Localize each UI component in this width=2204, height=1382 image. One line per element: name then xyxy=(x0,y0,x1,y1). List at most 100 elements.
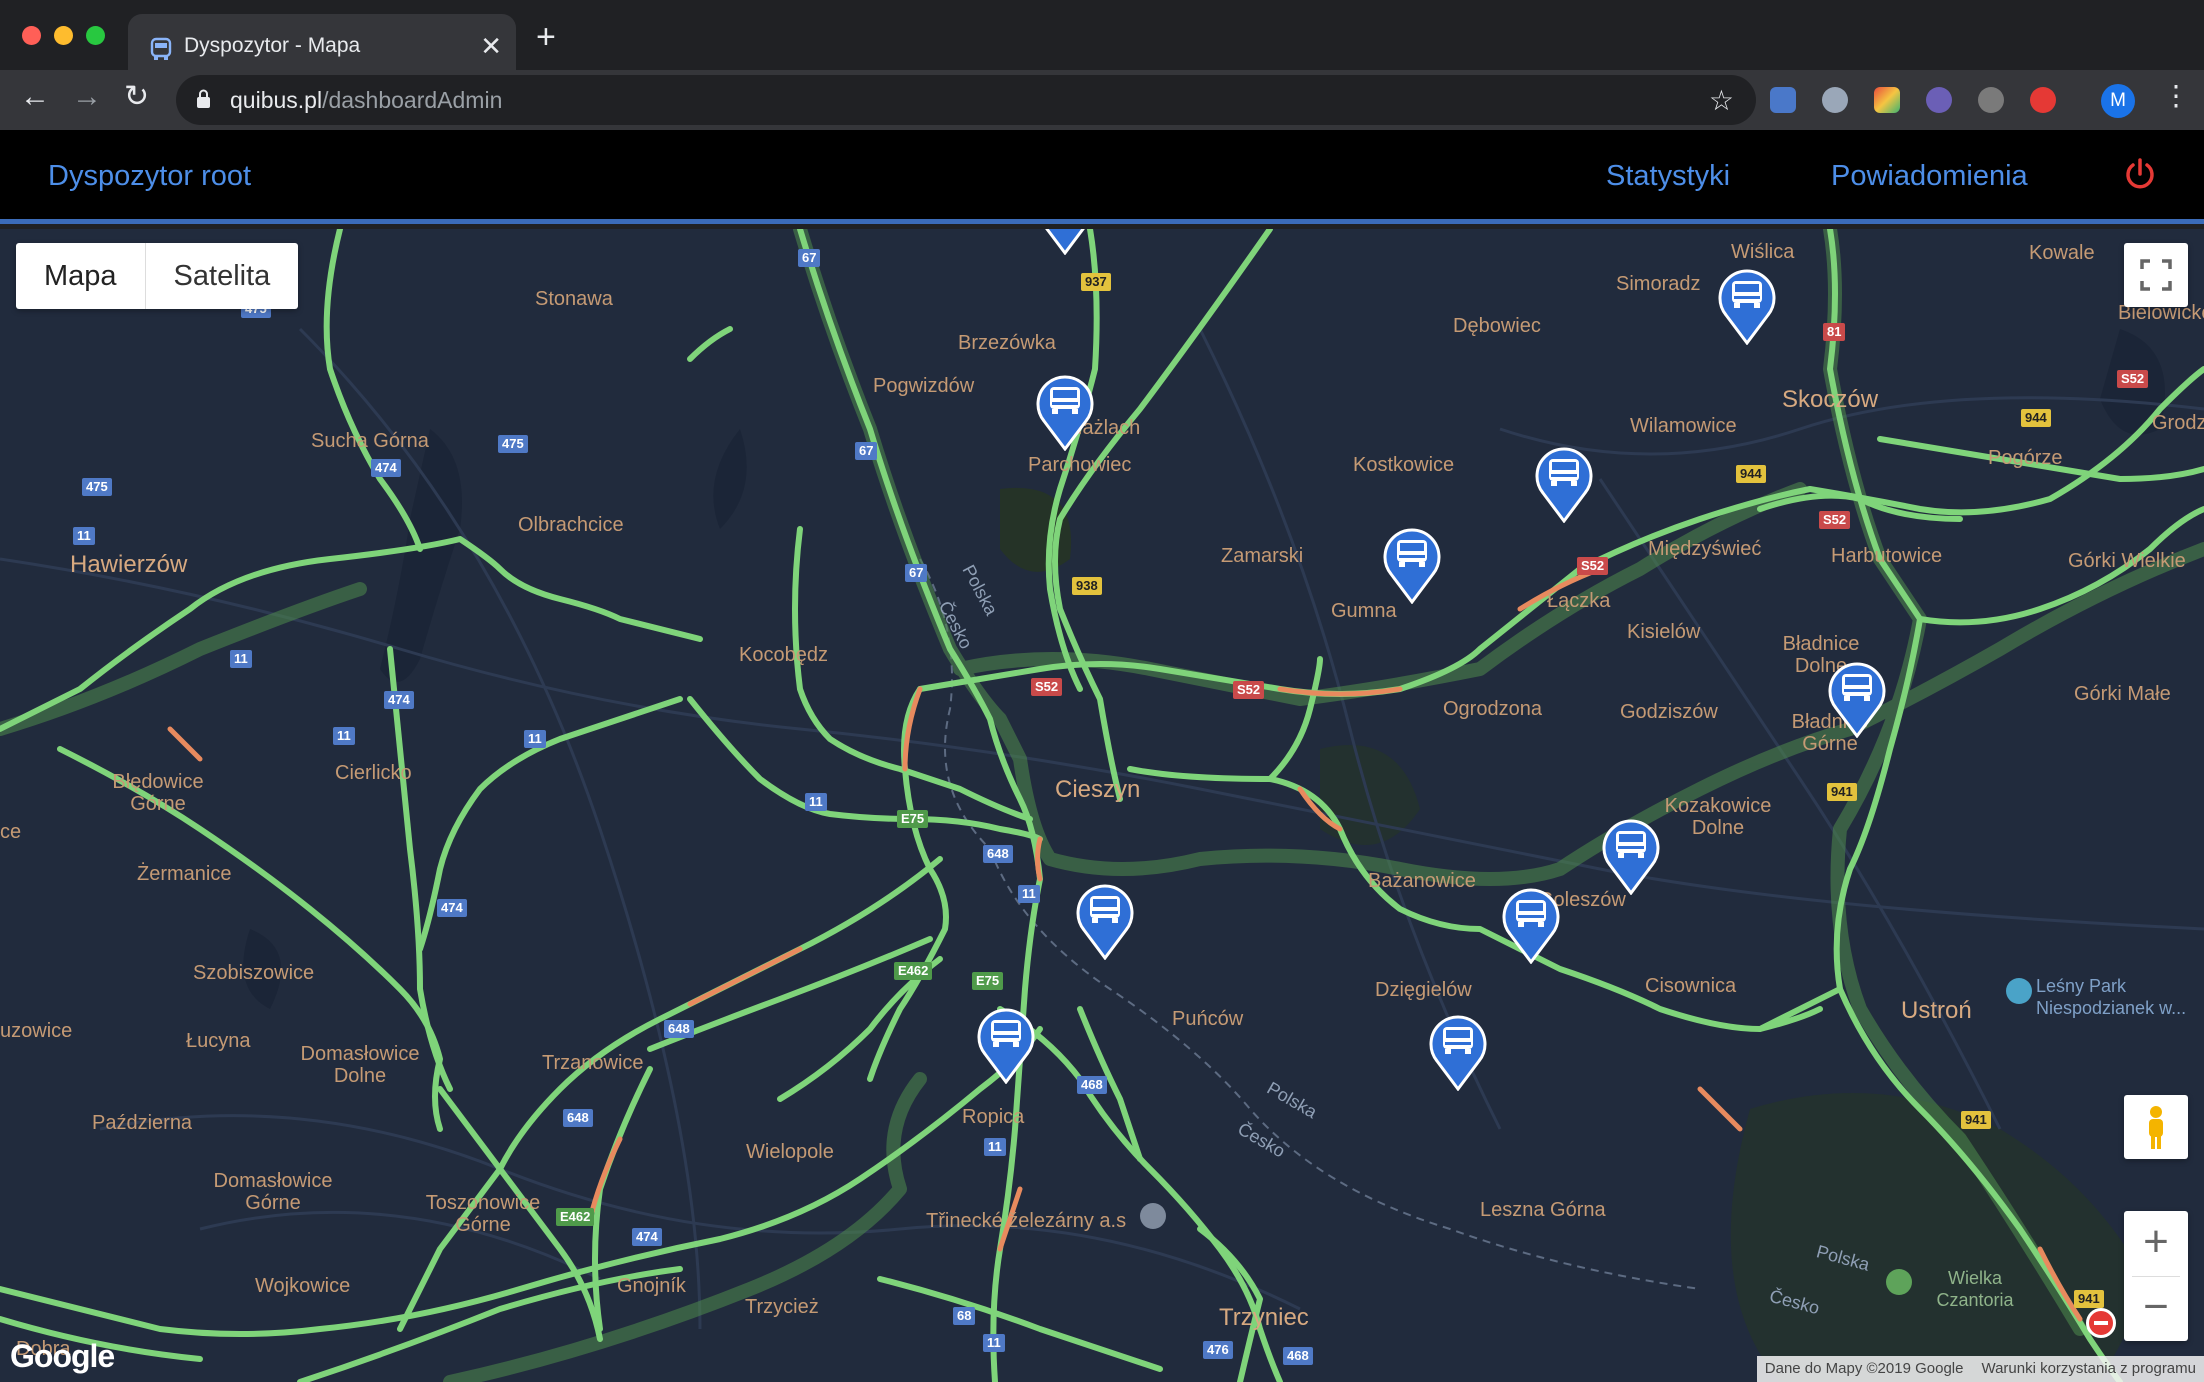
bus-location-pin[interactable] xyxy=(1381,522,1443,604)
place-label: Stonawa xyxy=(535,288,613,310)
brand-link[interactable]: Dyspozytor root xyxy=(48,160,251,193)
map-type-control: Mapa Satelita xyxy=(16,243,299,309)
reload-icon[interactable]: ↻ xyxy=(124,82,149,112)
fullscreen-button[interactable] xyxy=(2124,243,2188,307)
new-tab-button[interactable]: + xyxy=(536,20,556,54)
close-window-button[interactable] xyxy=(22,26,41,45)
road-shield: E75 xyxy=(897,810,929,828)
extension-icon-5[interactable] xyxy=(1978,87,2004,113)
zoom-in-button[interactable]: + xyxy=(2124,1211,2188,1276)
bus-location-pin[interactable] xyxy=(1500,882,1562,964)
poi-mountain-icon[interactable] xyxy=(1886,1269,1912,1295)
maximize-window-button[interactable] xyxy=(86,26,105,45)
place-label: Bażanowice xyxy=(1368,870,1476,892)
bus-location-pin[interactable] xyxy=(1074,878,1136,960)
place-label: Godziszów xyxy=(1620,701,1718,723)
road-shield: 937 xyxy=(1081,273,1111,291)
place-label: Wielopole xyxy=(746,1141,834,1163)
place-label: Parchowiec xyxy=(1028,454,1132,476)
poi-marker-icon[interactable] xyxy=(1140,1203,1166,1229)
road-shield: 11 xyxy=(983,1334,1005,1352)
road-shield: 476 xyxy=(1203,1341,1233,1359)
minimize-window-button[interactable] xyxy=(54,26,73,45)
road-shield: 11 xyxy=(984,1138,1006,1156)
url-path: /dashboardAdmin xyxy=(322,87,503,113)
bus-location-pin[interactable] xyxy=(975,1002,1037,1084)
road-shield: 67 xyxy=(798,249,821,267)
address-bar[interactable]: quibus.pl/dashboardAdmin ☆ xyxy=(176,75,1756,125)
bus-location-pin[interactable] xyxy=(1533,441,1595,523)
bus-location-pin[interactable] xyxy=(1600,813,1662,895)
place-label: Cisownica xyxy=(1645,975,1737,997)
road-shield: 67 xyxy=(855,442,878,460)
poi-park-icon[interactable] xyxy=(2006,978,2032,1004)
bus-location-pin[interactable] xyxy=(1034,369,1096,451)
place-label: Pogórze xyxy=(1988,447,2063,469)
road-shield: 11 xyxy=(1018,885,1040,903)
extension-icon-4[interactable] xyxy=(1926,87,1952,113)
road-shield: 68 xyxy=(953,1307,976,1325)
bus-location-pin[interactable] xyxy=(1427,1009,1489,1091)
bus-location-pin[interactable] xyxy=(1826,656,1888,738)
place-label: Cierlicko xyxy=(335,762,412,784)
bus-location-pin[interactable] xyxy=(1034,229,1096,255)
bookmark-star-icon[interactable]: ☆ xyxy=(1709,84,1734,117)
street-view-pegman-button[interactable] xyxy=(2124,1095,2188,1159)
forward-arrow-icon[interactable]: → xyxy=(72,82,102,112)
road-shield: 474 xyxy=(437,899,467,917)
road-shield: 474 xyxy=(384,691,414,709)
lock-icon xyxy=(197,89,210,108)
profile-avatar[interactable]: M xyxy=(2101,84,2135,118)
tab-close-icon[interactable]: ✕ xyxy=(480,31,502,62)
road-shield: 11 xyxy=(805,793,827,811)
map-type-satelita-button[interactable]: Satelita xyxy=(144,243,299,309)
road-shield: 941 xyxy=(2074,1290,2104,1308)
place-label: Olbrachcice xyxy=(518,514,624,536)
map-type-mapa-button[interactable]: Mapa xyxy=(16,243,145,309)
back-arrow-icon[interactable]: ← xyxy=(20,82,50,112)
place-label: Ropica xyxy=(962,1106,1025,1128)
place-label: Wojkowice xyxy=(255,1275,351,1297)
road-shield: 648 xyxy=(983,845,1013,863)
place-label: Górki Wielkie xyxy=(2068,550,2186,572)
road-shield: 941 xyxy=(1827,783,1857,801)
extension-icon-3[interactable] xyxy=(1874,87,1900,113)
place-label: Gnojník xyxy=(617,1275,686,1297)
map-data-credit[interactable]: Dane do Mapy ©2019 Google xyxy=(1765,1356,1964,1382)
place-label: Dębowiec xyxy=(1453,315,1541,337)
place-label: Wielka Czantoria xyxy=(1936,1268,2014,1310)
map-attribution: Dane do Mapy ©2019 Google Warunki korzys… xyxy=(1756,1356,2204,1382)
road-shield: 944 xyxy=(2021,409,2051,427)
road-shield: 475 xyxy=(498,435,528,453)
zoom-control: + − xyxy=(2124,1211,2188,1341)
place-label: Łączka xyxy=(1547,590,1611,612)
nav-statystyki[interactable]: Statystyki xyxy=(1606,160,1730,193)
place-label: Sucha Górna xyxy=(311,430,429,452)
place-label: Trzanowice xyxy=(542,1052,644,1074)
place-label: Trzyniec xyxy=(1219,1304,1309,1331)
place-label: Międzyświeć xyxy=(1648,538,1762,560)
place-label: Kocobędz xyxy=(739,644,828,666)
road-shield: S52 xyxy=(1031,678,1063,696)
power-logout-icon[interactable] xyxy=(2122,156,2158,192)
nav-powiadomienia[interactable]: Powiadomienia xyxy=(1831,160,2028,193)
bus-location-pin[interactable] xyxy=(1716,263,1778,345)
place-label: Leszna Górna xyxy=(1480,1199,1606,1221)
browser-menu-icon[interactable]: ⋮ xyxy=(2162,82,2190,110)
road-shield: 11 xyxy=(230,650,252,668)
extension-icon-2[interactable] xyxy=(1822,87,1848,113)
road-shield: E462 xyxy=(556,1208,595,1226)
place-label: Górki Małe xyxy=(2074,683,2171,705)
road-shield: 468 xyxy=(1077,1076,1107,1094)
terms-link[interactable]: Warunki korzystania z programu xyxy=(1981,1356,2196,1382)
place-label: Ogrodzona xyxy=(1443,698,1542,720)
road-shield: 938 xyxy=(1072,577,1102,595)
road-shield: S52 xyxy=(1233,681,1265,699)
zoom-out-button[interactable]: − xyxy=(2124,1276,2188,1341)
extension-icon-6[interactable] xyxy=(2030,87,2056,113)
road-shield: S52 xyxy=(1577,557,1609,575)
extension-icon-1[interactable] xyxy=(1770,87,1796,113)
place-label: Simoradz xyxy=(1616,273,1701,295)
map-canvas[interactable]: Stonawa Brzezówka Pogwizdów Hażlach Parc… xyxy=(0,229,2204,1382)
google-logo[interactable]: Google xyxy=(10,1338,115,1375)
